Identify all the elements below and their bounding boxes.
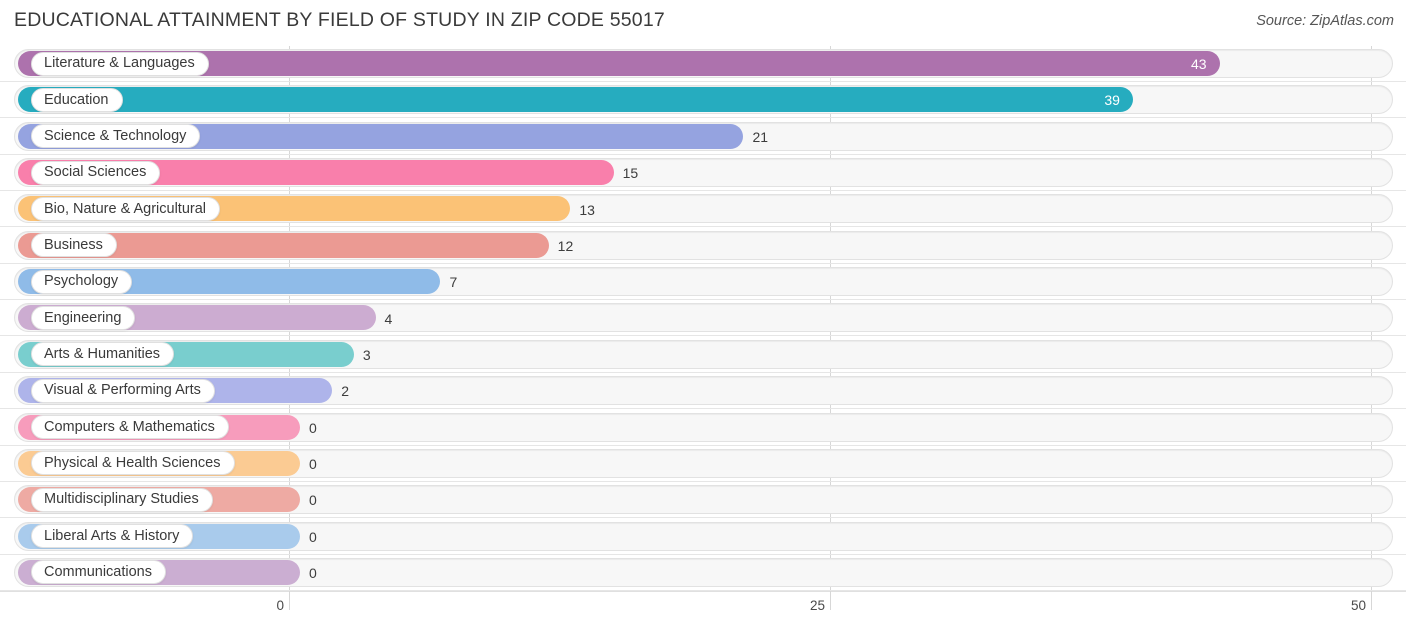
bar-row[interactable]: 0 Computers & Mathematics (0, 410, 1406, 446)
category-label: Multidisciplinary Studies (44, 491, 199, 508)
category-label-pill[interactable]: Education (31, 87, 123, 112)
category-label-pill[interactable]: Liberal Arts & History (31, 524, 194, 549)
category-label: Literature & Languages (44, 55, 195, 72)
bar-value-label: 12 (557, 237, 574, 254)
chart-container: EDUCATIONAL ATTAINMENT BY FIELD OF STUDY… (0, 0, 1406, 631)
category-label: Communications (44, 564, 152, 581)
bar-value-label: 0 (309, 419, 317, 436)
bar-row[interactable]: 15 Social Sciences (0, 155, 1406, 192)
category-label: Social Sciences (44, 164, 147, 181)
bar-value-label: 0 (309, 492, 317, 509)
category-label-pill[interactable]: Multidisciplinary Studies (31, 487, 213, 512)
category-label: Education (44, 91, 109, 108)
tick-label: 50 (1350, 598, 1366, 613)
bar-row[interactable]: 2 Visual & Performing Arts (0, 373, 1406, 410)
bar-rows: 43 Literature & Languages 39 Education 21 Sci… (0, 46, 1406, 591)
tick-mark (1371, 591, 1372, 610)
bar-value-label: 2 (341, 383, 350, 400)
tick-label: 25 (809, 598, 825, 613)
category-label: Computers & Mathematics (44, 418, 215, 435)
bar-row[interactable]: 43 Literature & Languages (0, 46, 1406, 82)
bar-value-label: 39 (1104, 91, 1120, 108)
category-label-pill[interactable]: Computers & Mathematics (31, 415, 229, 439)
bar-value-label: 0 (309, 565, 317, 582)
bar-row[interactable]: 13 Bio, Nature & Agricultural (0, 191, 1406, 228)
category-label: Business (44, 237, 103, 253)
category-label-pill[interactable]: Arts & Humanities (31, 342, 175, 367)
axis-line (0, 591, 1406, 592)
bar-value-label: 3 (362, 346, 371, 363)
category-label-pill[interactable]: Psychology (31, 269, 133, 294)
bar-row[interactable]: 21 Science & Technology (0, 119, 1406, 155)
category-label-pill[interactable]: Visual & Performing Arts (31, 378, 215, 403)
bar-value-label: 0 (309, 528, 317, 545)
tick-mark (289, 591, 290, 610)
category-label: Arts & Humanities (44, 346, 161, 363)
category-label: Liberal Arts & History (44, 527, 180, 544)
bar-value-label: 4 (384, 310, 393, 327)
chart-header: EDUCATIONAL ATTAINMENT BY FIELD OF STUDY… (0, 0, 1406, 46)
category-label-pill[interactable]: Literature & Languages (31, 51, 209, 76)
category-label-pill[interactable]: Physical & Health Sciences (31, 451, 235, 476)
bar-value-label: 43 (1190, 55, 1207, 72)
category-label: Physical & Health Sciences (44, 455, 221, 472)
category-label: Psychology (44, 273, 119, 290)
category-label-pill[interactable]: Engineering (31, 305, 136, 330)
bar-value-label: 13 (579, 201, 595, 218)
tick-label: 0 (276, 598, 284, 613)
bar-value-label: 0 (309, 456, 317, 473)
bar-row[interactable]: 0 Physical & Health Sciences (0, 446, 1406, 482)
category-label-pill[interactable]: Social Sciences (31, 160, 161, 185)
x-axis: 0 25 50 (0, 591, 1406, 631)
category-label-pill[interactable]: Business (31, 233, 117, 258)
source-attribution: Source: ZipAtlas.com (1256, 13, 1394, 29)
category-label: Bio, Nature & Agricultural (44, 200, 206, 217)
page-title: EDUCATIONAL ATTAINMENT BY FIELD OF STUDY… (14, 9, 665, 31)
tick-mark (830, 591, 831, 610)
category-label-pill[interactable]: Communications (31, 560, 166, 585)
bar-row[interactable]: 12 Business (0, 228, 1406, 264)
category-label-pill[interactable]: Science & Technology (31, 124, 201, 149)
category-label: Engineering (44, 309, 122, 326)
bar-row[interactable]: 0 Communications (0, 555, 1406, 591)
bar-value-label: 7 (449, 274, 458, 291)
category-label: Science & Technology (44, 127, 187, 144)
bar-row[interactable]: 7 Psychology (0, 264, 1406, 301)
category-label: Visual & Performing Arts (44, 382, 201, 399)
category-label-pill[interactable]: Bio, Nature & Agricultural (31, 196, 220, 221)
bar-row[interactable]: 39 Education (0, 82, 1406, 119)
bar-row[interactable]: 0 Multidisciplinary Studies (0, 482, 1406, 519)
bar-row[interactable]: 0 Liberal Arts & History (0, 519, 1406, 555)
bar[interactable]: 39 (18, 87, 1133, 113)
bar-row[interactable]: 4 Engineering (0, 300, 1406, 337)
bar-value-label: 21 (752, 128, 769, 145)
bar-row[interactable]: 3 Arts & Humanities (0, 337, 1406, 373)
plot-area: 43 Literature & Languages 39 Education 21 Sci… (0, 46, 1406, 591)
bar-value-label: 15 (622, 165, 639, 182)
